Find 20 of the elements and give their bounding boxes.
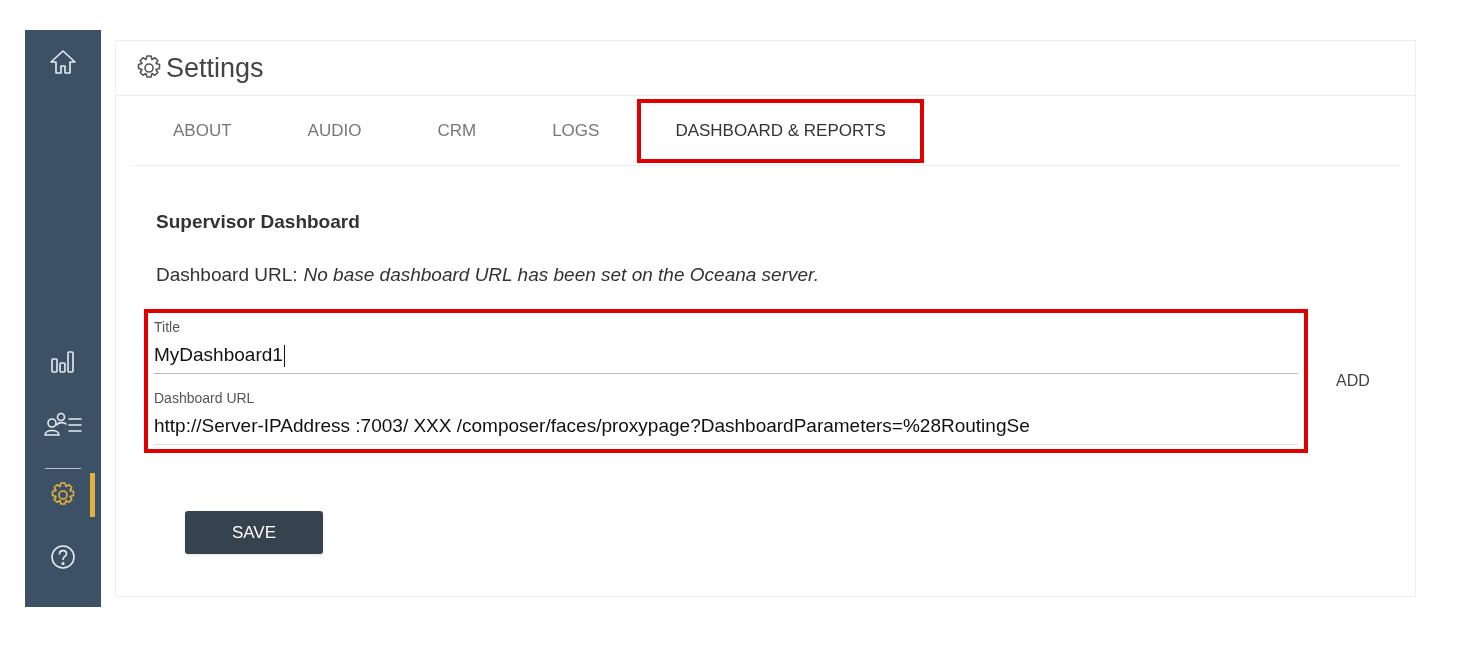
section-title: Supervisor Dashboard	[156, 210, 361, 234]
tab[interactable]: DASHBOARD & REPORTS	[637, 98, 924, 163]
input-field[interactable]: MyDashboard1	[154, 338, 1298, 374]
field-label: Title	[154, 318, 181, 337]
page-title: Settings	[166, 51, 264, 85]
bar-chart-icon	[49, 350, 77, 374]
people-list-icon	[43, 411, 83, 437]
add-button[interactable]: ADD	[1336, 369, 1370, 393]
save-button[interactable]: SAVE	[185, 511, 323, 554]
tab[interactable]: CRM	[399, 98, 515, 163]
input-field[interactable]: http://Server-IPAddress :7003/ XXX /composer/faces/proxypage?DashboardParameters=%28RoutingSe	[154, 409, 1298, 445]
tab[interactable]: AUDIO	[269, 98, 400, 163]
home-icon	[48, 49, 78, 75]
tab[interactable]: ABOUT	[151, 98, 270, 163]
tab[interactable]: LOGS	[514, 98, 638, 163]
url-label: Dashboard URL:	[156, 262, 298, 287]
field-label: Dashboard URL	[154, 389, 256, 408]
help-icon	[49, 543, 77, 571]
url-note: No base dashboard URL has been set on the Oceana server.	[303, 262, 819, 287]
active-indicator	[90, 473, 95, 517]
